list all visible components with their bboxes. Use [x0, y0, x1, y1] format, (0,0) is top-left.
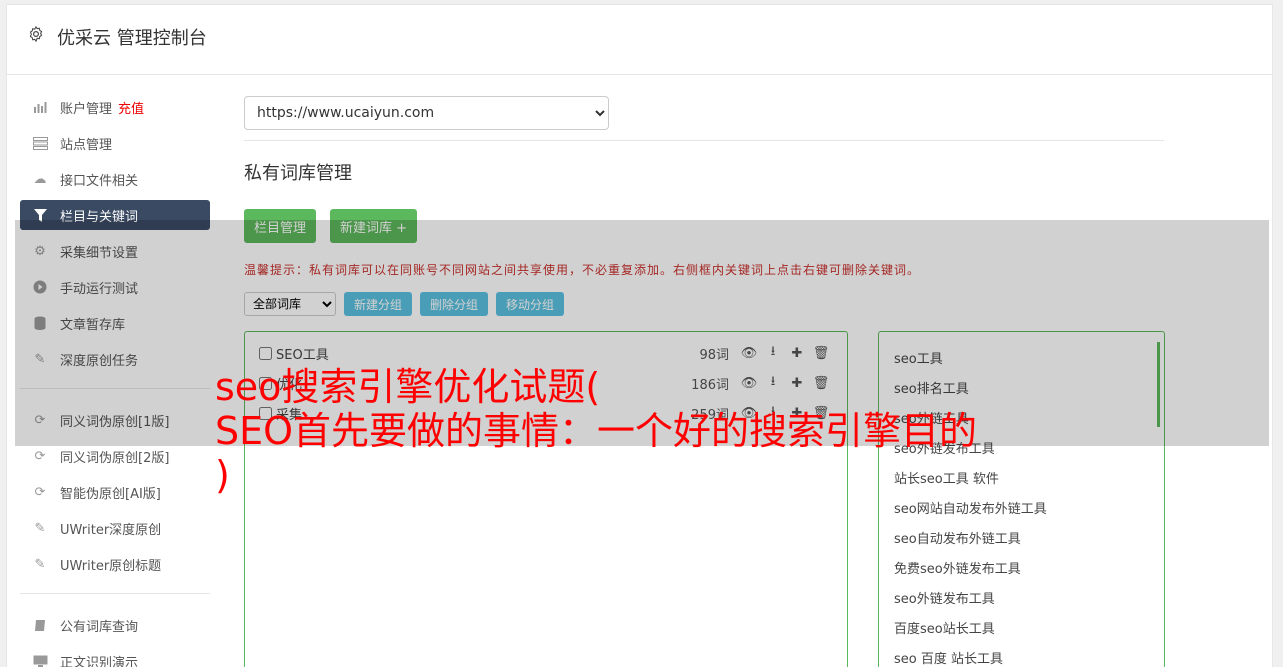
sidebar-item-ai-rewrite[interactable]: ⟳ 智能伪原创[AI版]	[20, 477, 210, 507]
sidebar-item-label: 正文识别演示	[60, 655, 139, 667]
edit-icon: ✎	[34, 556, 46, 572]
keyword-item[interactable]: seo外链发布工具	[879, 582, 1164, 612]
page-title: 私有词库管理	[244, 163, 352, 184]
divider	[244, 140, 1164, 141]
refresh-icon: ⟳	[34, 448, 46, 464]
sidebar-item-label: 公有词库查询	[60, 619, 139, 635]
keyword-item[interactable]: seo 百度 站长工具	[879, 642, 1164, 667]
sidebar-item-label: UWriter原创标题	[60, 558, 162, 574]
sidebar-item-label: 站点管理	[60, 137, 113, 153]
overlay-headline: seo搜索引擎优化试题( SEO首先要做的事情：一个好的搜索引擎目的 )	[215, 365, 978, 497]
sidebar-item-label: 同义词伪原创[2版]	[60, 450, 170, 466]
keyword-item[interactable]: seo自动发布外链工具	[879, 522, 1164, 552]
sidebar-item-text-recognition[interactable]: 正文识别演示	[20, 646, 210, 667]
refresh-icon: ⟳	[34, 484, 46, 500]
keyword-item[interactable]: 百度seo站长工具	[879, 612, 1164, 642]
sidebar-item-uwriter-deep[interactable]: ✎ UWriter深度原创	[20, 513, 210, 543]
sidebar-item-label: 账户管理	[60, 101, 113, 117]
sidebar-divider	[20, 593, 210, 594]
top-bar: 优采云 管理控制台	[7, 5, 1272, 75]
site-select[interactable]: https://www.ucaiyun.com	[244, 96, 609, 130]
sidebar-item-account[interactable]: 账户管理 充值	[20, 92, 210, 122]
page-edge	[1275, 0, 1283, 667]
edit-icon: ✎	[34, 520, 46, 536]
sidebar-item-label: UWriter深度原创	[60, 522, 162, 538]
sidebar-item-label: 智能伪原创[AI版]	[60, 486, 161, 502]
book-icon	[32, 617, 48, 633]
keyword-item[interactable]: 免费seo外链发布工具	[879, 552, 1164, 582]
server-icon	[32, 135, 48, 151]
bar-chart-icon	[32, 99, 48, 115]
sidebar-item-public-library[interactable]: 公有词库查询	[20, 610, 210, 640]
gear-icon	[29, 25, 43, 43]
sidebar-item-interface[interactable]: ☁ 接口文件相关	[20, 164, 210, 194]
app-title: 优采云 管理控制台	[57, 28, 207, 49]
cloud-upload-icon: ☁	[33, 171, 47, 187]
sidebar-item-sites[interactable]: 站点管理	[20, 128, 210, 158]
sidebar-item-uwriter-title[interactable]: ✎ UWriter原创标题	[20, 549, 210, 579]
recharge-link[interactable]: 充值	[118, 98, 144, 117]
monitor-icon	[32, 653, 48, 667]
sidebar-item-label: 接口文件相关	[60, 173, 139, 189]
